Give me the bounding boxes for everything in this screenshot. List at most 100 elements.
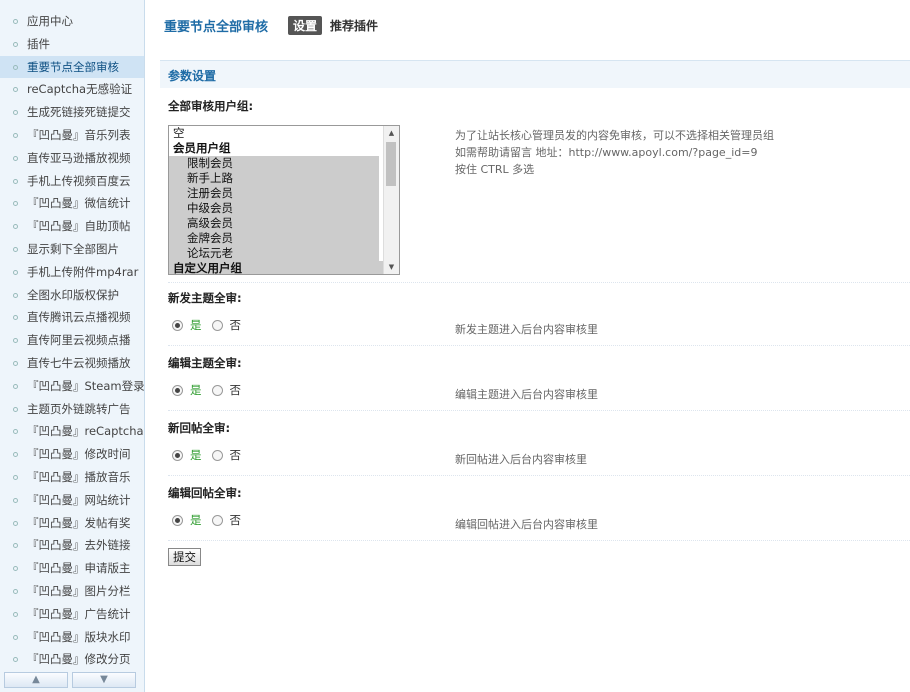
radio-yes[interactable] (172, 384, 183, 396)
sidebar-item-label: 直传阿里云视频点播 (27, 333, 131, 348)
radio-yes-label[interactable]: 是 (190, 512, 202, 528)
field-label: 新回帖全审: (168, 421, 231, 435)
sidebar-item-label: 『凹凸曼』修改时间 (27, 447, 131, 462)
sidebar-item[interactable]: 直传七牛云视频播放 (0, 352, 144, 375)
sidebar-item[interactable]: 生成死链接死链提交 (0, 101, 144, 124)
main-content: 重要节点全部审核 设置 推荐插件 参数设置 全部审核用户组: 空会员用户组 限制会… (150, 0, 910, 692)
bullet-icon (13, 338, 18, 344)
sidebar-item-label: 全图水印版权保护 (27, 287, 119, 302)
sidebar-item[interactable]: 『凹凸曼』图片分栏 (0, 580, 144, 603)
sidebar-item[interactable]: 直传亚马逊播放视频 (0, 147, 144, 170)
radio-no[interactable] (211, 384, 223, 396)
sidebar-item-label: 重要节点全部审核 (27, 59, 119, 74)
sidebar-scroll-up-button[interactable]: ▲ (4, 672, 68, 688)
sidebar-item[interactable]: 『凹凸曼』自助顶帖 (0, 215, 144, 238)
user-group-option[interactable]: 注册会员 (169, 186, 379, 201)
sidebar-item[interactable]: 『凹凸曼』去外链接 (0, 534, 144, 557)
radio-no-label[interactable]: 否 (230, 447, 242, 463)
user-group-option[interactable]: 自定义用户组 (169, 261, 383, 274)
sidebar-item[interactable]: 全图水印版权保护 (0, 284, 144, 307)
bullet-icon (13, 543, 18, 549)
user-group-multiselect[interactable]: 空会员用户组 限制会员 新手上路 注册会员 中级会员 高级会员 金牌会员 论坛元老 自定义用户组… (168, 125, 400, 275)
tab-settings[interactable]: 设置 (288, 16, 323, 35)
sidebar-scroll-down-button[interactable]: ▼ (72, 672, 136, 688)
radio-yes[interactable] (172, 319, 183, 331)
bullet-icon (13, 566, 18, 572)
bullet-icon (13, 132, 18, 138)
sidebar-item[interactable]: 『凹凸曼』修改分页 (0, 648, 144, 671)
sidebar-item[interactable]: 『凹凸曼』修改时间 (0, 443, 144, 466)
sidebar-item[interactable]: 『凹凸曼』音乐列表 (0, 124, 144, 147)
sidebar-item-label: 手机上传视频百度云 (27, 173, 131, 188)
sidebar-item[interactable]: 直传腾讯云点播视频 (0, 306, 144, 329)
radio-no-label[interactable]: 否 (230, 382, 242, 398)
hint-line: 为了让站长核心管理员发的内容免审核，可以不选择相关管理员组 (455, 129, 774, 142)
user-group-option[interactable]: 金牌会员 (169, 231, 379, 246)
sidebar-item[interactable]: 手机上传附件mp4rar (0, 261, 144, 284)
user-group-option[interactable]: 会员用户组 (169, 141, 399, 156)
sidebar-item-label: 『凹凸曼』网站统计 (27, 492, 131, 507)
user-group-option[interactable]: 空 (169, 126, 399, 141)
radio-no[interactable] (211, 319, 223, 331)
arrow-up-icon: ▲ (32, 674, 40, 685)
sidebar-item[interactable]: reCaptcha无感验证 (0, 78, 144, 101)
section-title: 参数设置 (168, 69, 217, 83)
sidebar-menu: 应用中心 插件 重要节点全部审核 reCaptcha无感验证 生成死链接死链提交 『凹凸曼… (0, 0, 144, 671)
sidebar-item-label: 『凹凸曼』自助顶帖 (27, 219, 131, 234)
bullet-icon (13, 87, 18, 93)
sidebar-item[interactable]: 重要节点全部审核 (0, 55, 144, 79)
sidebar-item[interactable]: 『凹凸曼』reCaptcha (0, 420, 144, 443)
scroll-thumb[interactable] (386, 142, 396, 186)
radio-yes[interactable] (172, 449, 183, 461)
sidebar-item-label: 『凹凸曼』图片分栏 (27, 583, 131, 598)
sidebar-item[interactable]: 直传阿里云视频点播 (0, 329, 144, 352)
user-group-option[interactable]: 限制会员 (169, 156, 379, 171)
bullet-icon (13, 474, 18, 480)
bullet-icon (13, 588, 18, 594)
listbox-scrollbar[interactable]: ▲ ▼ (383, 126, 399, 274)
hint-line: 如需帮助请留言 地址：http://www.apoyl.com/?page_id… (455, 146, 758, 159)
sidebar-item[interactable]: 『凹凸曼』发帖有奖 (0, 512, 144, 535)
radio-yes-label[interactable]: 是 (190, 317, 202, 333)
sidebar-item[interactable]: 『凹凸曼』版块水印 (0, 626, 144, 649)
sidebar-item[interactable]: 『凹凸曼』申请版主 (0, 557, 144, 580)
divider (168, 345, 910, 346)
hint-line: 按住 CTRL 多选 (455, 163, 535, 176)
scroll-up-arrow-icon[interactable]: ▲ (384, 126, 399, 140)
tab-recommended-plugins[interactable]: 推荐插件 (330, 17, 378, 34)
sidebar-item-label: 『凹凸曼』发帖有奖 (27, 515, 131, 530)
scroll-down-arrow-icon[interactable]: ▼ (384, 260, 399, 274)
radio-no-label[interactable]: 否 (230, 512, 242, 528)
sidebar-item[interactable]: 『凹凸曼』网站统计 (0, 489, 144, 512)
radio-no-label[interactable]: 否 (230, 317, 242, 333)
sidebar-item[interactable]: 『凹凸曼』广告统计 (0, 603, 144, 626)
sidebar-item[interactable]: 显示剩下全部图片 (0, 238, 144, 261)
sidebar-item[interactable]: 『凹凸曼』Steam登录 (0, 375, 144, 398)
user-group-option[interactable]: 高级会员 (169, 216, 379, 231)
radio-yes[interactable] (172, 514, 183, 526)
sidebar-item-label: 直传七牛云视频播放 (27, 355, 131, 370)
radio-no[interactable] (211, 449, 223, 461)
sidebar-item[interactable]: 主题页外链跳转广告 (0, 398, 144, 421)
sidebar-item-label: 应用中心 (27, 14, 73, 28)
radio-yes-label[interactable]: 是 (190, 382, 202, 398)
field-label: 编辑回帖全审: (168, 486, 242, 500)
bullet-icon (13, 110, 18, 116)
radio-no[interactable] (211, 514, 223, 526)
user-group-option[interactable]: 论坛元老 (169, 246, 379, 261)
user-group-option[interactable]: 中级会员 (169, 201, 379, 216)
user-group-option[interactable]: 新手上路 (169, 171, 379, 186)
sidebar-item[interactable]: 『凹凸曼』播放音乐 (0, 466, 144, 489)
submit-button[interactable]: 提交 (168, 548, 201, 566)
radio-yes-label[interactable]: 是 (190, 447, 202, 463)
sidebar-item[interactable]: 插件 (0, 33, 144, 56)
sidebar-item[interactable]: 手机上传视频百度云 (0, 170, 144, 193)
bullet-icon (13, 246, 18, 252)
sidebar-item-label: 『凹凸曼』微信统计 (27, 196, 131, 211)
sidebar-scroll-controls: ▲ ▼ (4, 672, 136, 688)
arrow-down-icon: ▼ (100, 674, 108, 685)
sidebar-item[interactable]: 应用中心 (0, 10, 144, 33)
sidebar-item-label: 『凹凸曼』Steam登录 (27, 378, 144, 393)
sidebar-item[interactable]: 『凹凸曼』微信统计 (0, 192, 144, 215)
sidebar-item-label: 手机上传附件mp4rar (27, 264, 139, 279)
